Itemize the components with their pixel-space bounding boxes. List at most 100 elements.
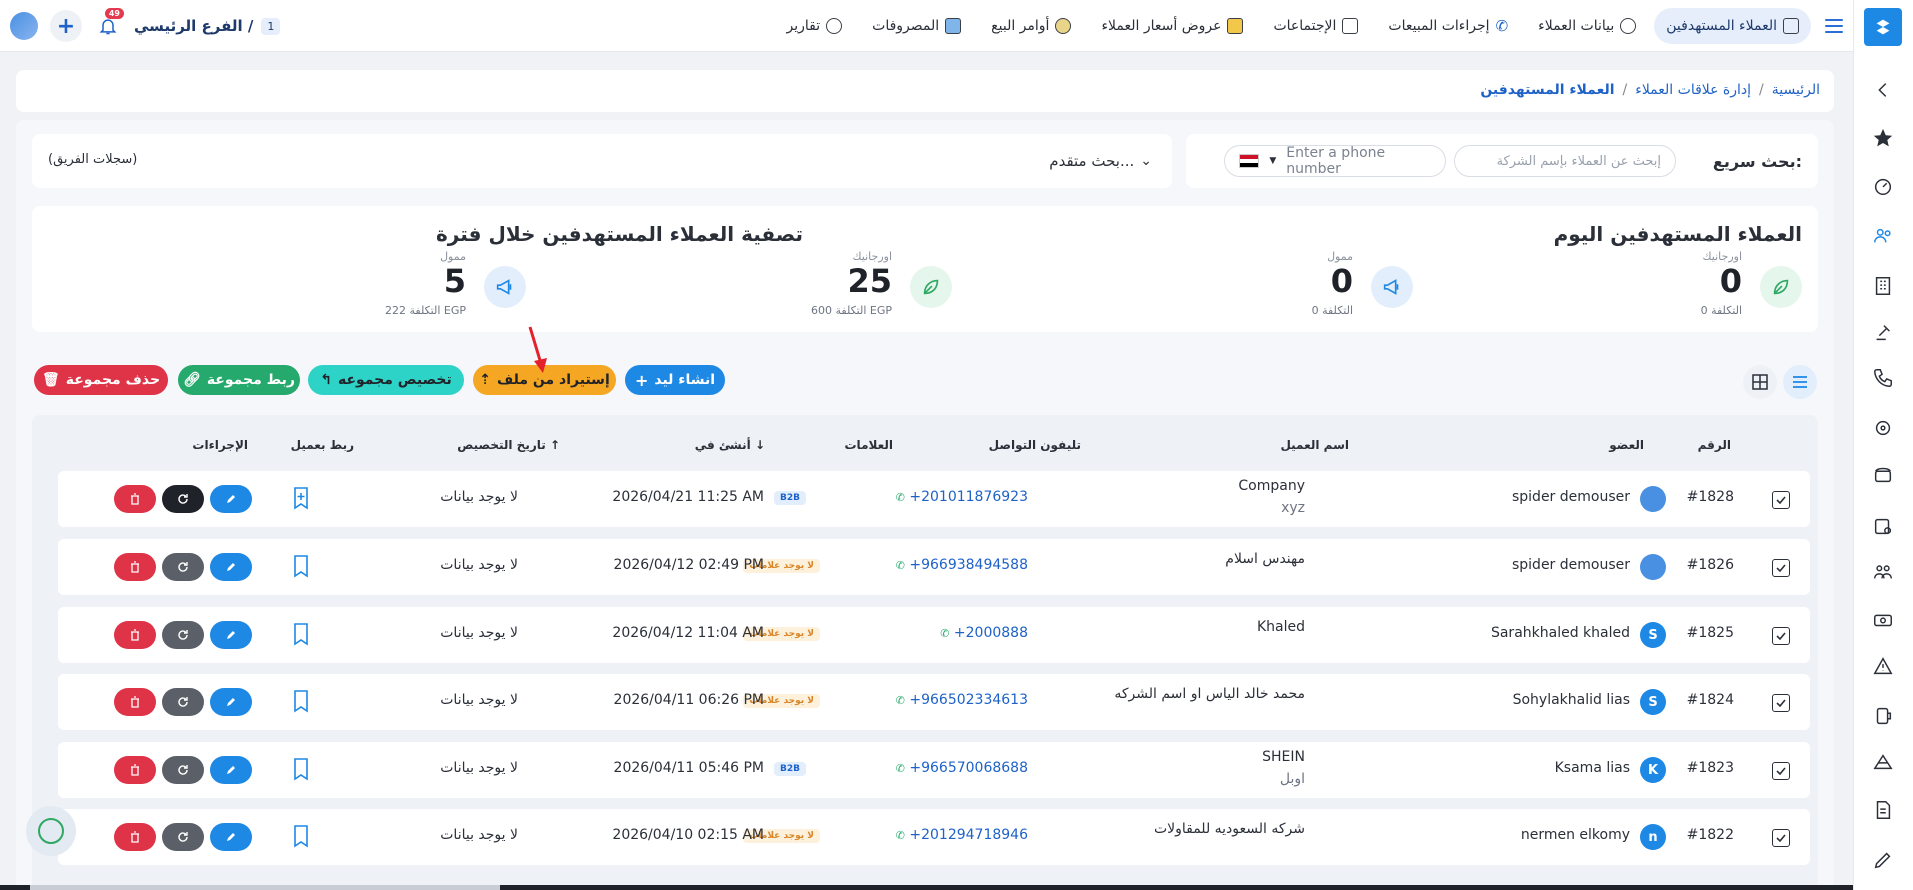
header-num[interactable]: الرقم [1698, 438, 1731, 462]
header-assigned[interactable]: تاريخ التخصيص ↑ [457, 438, 560, 462]
delete-button[interactable] [114, 823, 156, 851]
assign-group-button[interactable]: ↰ تخصيص مجموعه [308, 365, 464, 395]
contact-phone[interactable]: ✆ +201294718946 [896, 827, 1028, 843]
legal-hammer-icon[interactable] [1869, 318, 1897, 346]
contact-phone[interactable]: ✆ +966938494588 [896, 557, 1028, 573]
link-client-icon[interactable] [292, 622, 312, 646]
phone-icon[interactable] [1869, 364, 1897, 392]
app-logo[interactable] [10, 12, 38, 40]
table-row[interactable]: #1826 spider demouser مهندس اسلام ✆ +966… [58, 539, 1810, 595]
collapse-chevron-icon[interactable] [1869, 76, 1897, 104]
warning-icon[interactable] [1869, 652, 1897, 680]
device-icon[interactable] [1869, 702, 1897, 730]
edit-button[interactable] [210, 823, 252, 851]
header-link[interactable]: ربط بعميل [291, 438, 354, 462]
contact-phone[interactable]: ✆ +966570068688 [896, 760, 1028, 776]
link-client-icon[interactable] [292, 824, 312, 848]
nav-sales-orders[interactable]: أوامر البيع [979, 8, 1083, 44]
grid-view-button[interactable] [1743, 365, 1777, 399]
delete-button[interactable] [114, 756, 156, 784]
breadcrumb-section[interactable]: إدارة علاقات العملاء [1635, 82, 1751, 98]
refresh-button[interactable] [162, 688, 204, 716]
refresh-button[interactable] [162, 485, 204, 513]
favorites-star-icon[interactable] [1869, 124, 1897, 152]
team-records-label[interactable]: (سجلات الفريق) [48, 152, 137, 167]
nav-customer-data[interactable]: بيانات العملاء [1526, 8, 1648, 44]
client-name[interactable]: مهندس اسلام [1225, 551, 1305, 567]
contact-phone[interactable]: ✆ +966502334613 [896, 692, 1028, 708]
crm-users-icon[interactable] [1869, 222, 1897, 250]
invoice-icon[interactable] [1869, 796, 1897, 824]
edit-button[interactable] [210, 688, 252, 716]
row-checkbox[interactable] [1772, 762, 1790, 780]
edit-button[interactable] [210, 485, 252, 513]
delete-button[interactable] [114, 621, 156, 649]
add-icon[interactable]: + [50, 10, 82, 42]
row-checkbox[interactable] [1772, 559, 1790, 577]
table-row[interactable]: #1825 S Sarahkhaled khaled Khaled ✆ +200… [58, 607, 1810, 663]
client-name[interactable]: SHEIN [1262, 749, 1305, 765]
client-name[interactable]: شركه السعوديه للمقاولات [1154, 821, 1305, 837]
row-checkbox[interactable] [1772, 694, 1790, 712]
scrollbar-thumb[interactable] [30, 885, 500, 890]
contact-phone[interactable]: ✆ +201011876923 [896, 489, 1028, 505]
phone-input[interactable]: ▼ Enter a phone number [1224, 145, 1446, 177]
client-name[interactable]: Khaled [1257, 619, 1305, 635]
egypt-flag-icon[interactable] [1239, 154, 1260, 168]
building-icon[interactable] [1869, 272, 1897, 300]
header-client[interactable]: اسم العميل [1280, 438, 1349, 462]
header-tags[interactable]: العلامات [845, 438, 894, 462]
link-client-icon[interactable] [292, 486, 312, 510]
nav-sales-actions[interactable]: ✆ إجراءات المبيعات [1376, 8, 1520, 44]
delete-button[interactable] [114, 553, 156, 581]
brand-logo[interactable] [1864, 8, 1902, 46]
horizontal-scrollbar[interactable] [0, 885, 1853, 890]
nav-quotes[interactable]: عروض أسعار العملاء [1089, 8, 1255, 44]
refresh-button[interactable] [162, 553, 204, 581]
table-row[interactable]: #1823 K Ksama lias SHEIN اوبل ✆ +9665700… [58, 742, 1810, 798]
contact-phone[interactable]: ✆ +2000888 [940, 625, 1028, 641]
delete-group-button[interactable]: 🗑︎ حذف مجموعة [34, 365, 168, 395]
link-group-button[interactable]: 🔗︎ ربط مجموعة [178, 365, 300, 395]
row-checkbox[interactable] [1772, 491, 1790, 509]
delete-button[interactable] [114, 485, 156, 513]
row-checkbox[interactable] [1772, 627, 1790, 645]
team-icon[interactable] [1869, 558, 1897, 586]
create-lead-button[interactable]: + انشاء ليد [625, 365, 725, 395]
nav-meetings[interactable]: الإجتماعات [1261, 8, 1370, 44]
edit-button[interactable] [210, 553, 252, 581]
refresh-button[interactable] [162, 621, 204, 649]
money-icon[interactable] [1869, 606, 1897, 634]
pen-icon[interactable] [1869, 846, 1897, 874]
list-view-button[interactable] [1783, 365, 1817, 399]
refresh-button[interactable] [162, 756, 204, 784]
refresh-button[interactable] [162, 823, 204, 851]
header-member[interactable]: العضو [1609, 438, 1644, 462]
header-created[interactable]: أنشئ في ↓ [695, 438, 765, 462]
table-row[interactable]: #1828 spider demouser Company xyz ✆ +201… [58, 471, 1810, 527]
edit-button[interactable] [210, 756, 252, 784]
mountain-icon[interactable] [1869, 748, 1897, 776]
calendar-add-icon[interactable] [1869, 512, 1897, 540]
branch-selector[interactable]: الفرع الرئيسي / 1 [134, 17, 281, 35]
company-search-input[interactable]: إبحث عن العملاء بإسم الشركة [1454, 145, 1676, 177]
dashboard-gauge-icon[interactable] [1869, 172, 1897, 200]
target-icon[interactable] [1869, 414, 1897, 442]
table-row[interactable]: #1824 S Sohylakhalid lias محمد خالد اليا… [58, 674, 1810, 730]
client-name[interactable]: محمد خالد الياس او اسم الشركه [1114, 686, 1305, 702]
client-name[interactable]: Company [1238, 478, 1305, 494]
edit-button[interactable] [210, 621, 252, 649]
header-phone[interactable]: تليفون التواصل [989, 438, 1081, 462]
telephone-icon[interactable] [1869, 460, 1897, 488]
nav-reports[interactable]: تقارير [775, 8, 855, 44]
menu-icon[interactable] [1825, 19, 1843, 33]
nav-targeted-customers[interactable]: العملاء المستهدفين [1654, 8, 1811, 44]
nav-expenses[interactable]: المصروفات [860, 8, 973, 44]
table-row[interactable]: #1822 n nermen elkomy شركه السعوديه للمق… [58, 809, 1810, 865]
notifications-button[interactable]: 49 [94, 8, 124, 40]
breadcrumb-home[interactable]: الرئيسية [1772, 82, 1820, 98]
row-checkbox[interactable] [1772, 829, 1790, 847]
advanced-search-button[interactable]: بحث متقدم... ⌄ [1049, 152, 1152, 170]
link-client-icon[interactable] [292, 554, 312, 578]
link-client-icon[interactable] [292, 689, 312, 713]
